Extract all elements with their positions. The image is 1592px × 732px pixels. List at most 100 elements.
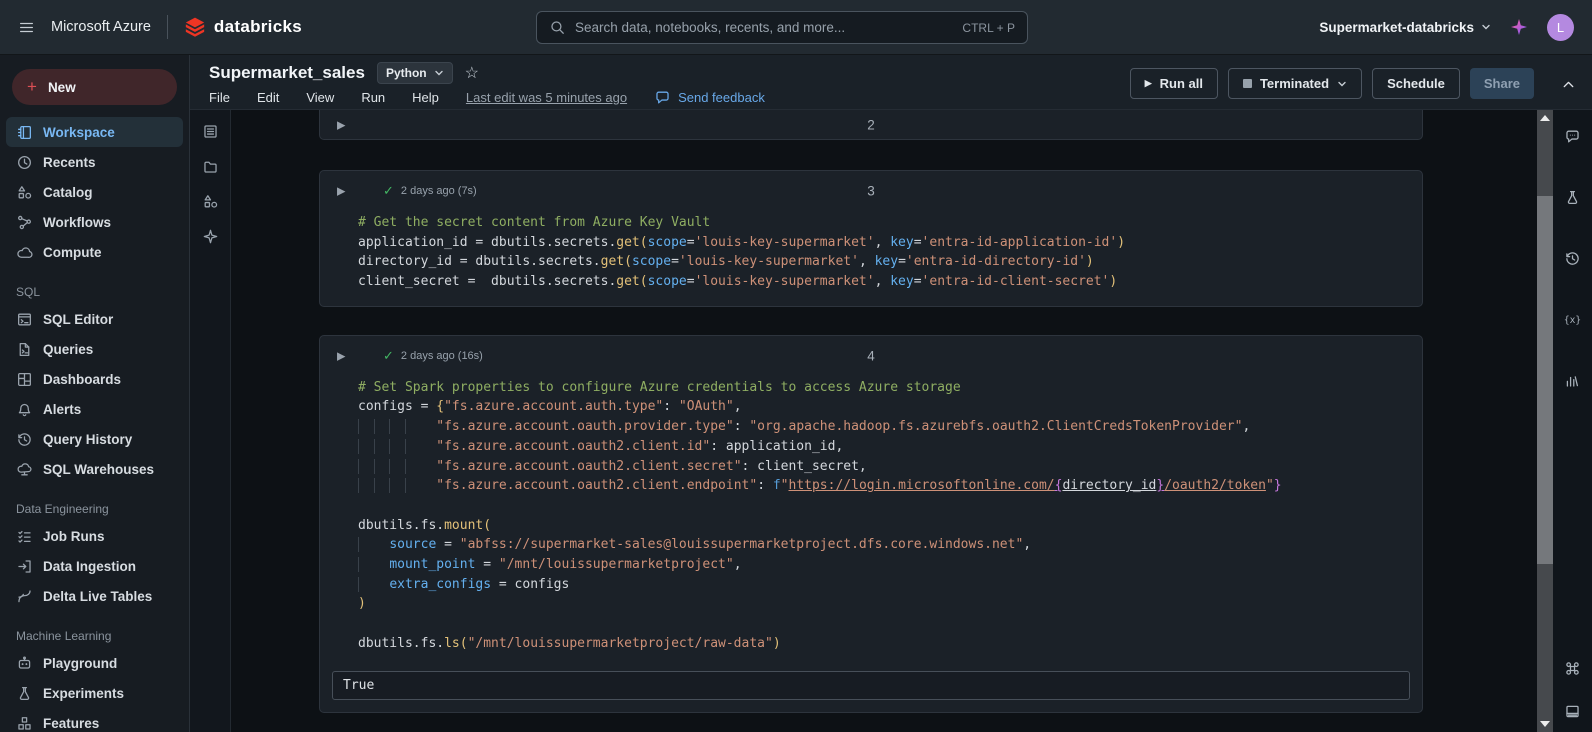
charts-icon[interactable] bbox=[1564, 372, 1581, 389]
notebook-cell-4: ▶ ✓ 2 days ago (16s) 4 # Set Spark propertie… bbox=[319, 334, 1423, 714]
sidebar-item-experiments[interactable]: Experiments bbox=[6, 678, 183, 708]
notebook-header: Supermarket_sales Python ☆ File Edit View R… bbox=[190, 55, 1592, 110]
send-feedback-link[interactable]: Send feedback bbox=[654, 89, 765, 106]
sidebar-item-query-history[interactable]: Query History bbox=[6, 424, 183, 454]
menu-file[interactable]: File bbox=[209, 90, 230, 105]
last-edit-link[interactable]: Last edit was 5 minutes ago bbox=[466, 90, 627, 105]
sidebar-item-label: Job Runs bbox=[43, 528, 105, 544]
sidebar-item-label: Workflows bbox=[43, 214, 112, 230]
schedule-button[interactable]: Schedule bbox=[1372, 68, 1460, 99]
bottom-panel-icon[interactable] bbox=[1564, 703, 1581, 720]
workspace-selector[interactable]: Supermarket-databricks bbox=[1319, 20, 1491, 35]
brand-name: databricks bbox=[213, 17, 302, 36]
run-cell-button[interactable]: ▶ bbox=[337, 119, 345, 132]
scroll-down-arrow-icon[interactable] bbox=[1540, 721, 1550, 727]
sidebar-item-label: Catalog bbox=[43, 184, 93, 200]
assistant-icon[interactable] bbox=[202, 228, 219, 245]
sidebar-item-label: Compute bbox=[43, 244, 102, 260]
dashboards-icon bbox=[16, 371, 33, 388]
sidebar-item-label: Dashboards bbox=[43, 371, 122, 387]
menu-edit[interactable]: Edit bbox=[257, 90, 279, 105]
caret-down-icon bbox=[1481, 22, 1491, 32]
plus-icon: + bbox=[27, 77, 37, 96]
sidebar-item-sql-warehouses[interactable]: SQL Warehouses bbox=[6, 454, 183, 484]
sidebar-item-label: Queries bbox=[43, 341, 94, 357]
feedback-bubble-icon bbox=[654, 89, 671, 106]
catalog-icon bbox=[16, 184, 33, 201]
menu-view[interactable]: View bbox=[306, 90, 334, 105]
sidebar-item-sql-editor[interactable]: SQL Editor bbox=[6, 304, 183, 334]
sidebar-item-playground[interactable]: Playground bbox=[6, 648, 183, 678]
sidebar-item-workspace[interactable]: Workspace bbox=[6, 117, 183, 147]
queries-icon bbox=[16, 341, 33, 358]
cell-code-editor[interactable]: # Set Spark properties to configure Azur… bbox=[320, 376, 1422, 668]
sidebar-item-alerts[interactable]: Alerts bbox=[6, 394, 183, 424]
user-avatar[interactable]: L bbox=[1547, 13, 1574, 41]
play-icon: ▶ bbox=[1144, 78, 1152, 88]
cell-number: 2 bbox=[867, 117, 875, 133]
sidebar-item-label: Recents bbox=[43, 154, 96, 170]
notebook-title[interactable]: Supermarket_sales bbox=[209, 63, 365, 83]
cluster-status-button[interactable]: Terminated bbox=[1227, 68, 1363, 99]
top-bar: Microsoft Azure databricks Search data, … bbox=[0, 0, 1592, 55]
catalog-icon[interactable] bbox=[202, 193, 219, 210]
run-all-button[interactable]: ▶ Run all bbox=[1129, 68, 1218, 99]
favorite-star-icon[interactable]: ☆ bbox=[465, 63, 479, 83]
sidebar-item-label: Alerts bbox=[43, 401, 82, 417]
cell-number: 4 bbox=[867, 348, 875, 364]
share-button[interactable]: Share bbox=[1469, 68, 1534, 99]
scroll-up-arrow-icon[interactable] bbox=[1540, 115, 1550, 121]
variables-icon[interactable]: {x} bbox=[1564, 311, 1581, 328]
toc-icon[interactable] bbox=[202, 123, 219, 140]
language-selector[interactable]: Python bbox=[376, 62, 453, 84]
sidebar-section-title: SQL bbox=[16, 285, 41, 299]
vertical-scrollbar[interactable] bbox=[1537, 110, 1553, 732]
job-runs-icon bbox=[16, 528, 33, 545]
folder-icon[interactable] bbox=[202, 158, 219, 175]
assistant-sparkle-icon[interactable] bbox=[1509, 17, 1529, 37]
query-history-icon bbox=[16, 431, 33, 448]
cell-code-editor[interactable]: # Get the secret content from Azure Key … bbox=[320, 211, 1422, 306]
data-ingestion-icon bbox=[16, 558, 33, 575]
sidebar-item-label: Data Ingestion bbox=[43, 558, 137, 574]
cell-run-status: ✓ 2 days ago (16s) bbox=[383, 347, 483, 363]
comments-icon[interactable] bbox=[1564, 128, 1581, 145]
menu-run[interactable]: Run bbox=[361, 90, 385, 105]
success-check-icon: ✓ bbox=[383, 183, 394, 198]
sidebar-item-features[interactable]: Features bbox=[6, 708, 183, 732]
run-cell-button[interactable]: ▶ bbox=[337, 185, 345, 198]
experiments-icon[interactable] bbox=[1564, 189, 1581, 206]
sidebar-item-dashboards[interactable]: Dashboards bbox=[6, 364, 183, 394]
cell-output: True bbox=[332, 671, 1410, 701]
sidebar-item-label: Features bbox=[43, 715, 100, 731]
sidebar: + New Workspace Recents Catalog Workflows Co… bbox=[0, 55, 190, 732]
sidebar-item-data-ingestion[interactable]: Data Ingestion bbox=[6, 551, 183, 581]
sql-editor-icon bbox=[16, 311, 33, 328]
search-icon bbox=[549, 19, 566, 36]
sidebar-item-queries[interactable]: Queries bbox=[6, 334, 183, 364]
new-button[interactable]: + New bbox=[12, 69, 177, 105]
sidebar-item-job-runs[interactable]: Job Runs bbox=[6, 521, 183, 551]
hamburger-icon[interactable] bbox=[18, 19, 35, 36]
right-rail: {x} bbox=[1553, 110, 1592, 732]
global-search-input[interactable]: Search data, notebooks, recents, and mor… bbox=[536, 11, 1028, 44]
caret-down-icon bbox=[434, 68, 444, 78]
version-history-icon[interactable] bbox=[1564, 250, 1581, 267]
sidebar-item-catalog[interactable]: Catalog bbox=[6, 177, 183, 207]
scrollbar-thumb[interactable] bbox=[1537, 196, 1553, 564]
sidebar-section-title: Machine Learning bbox=[16, 629, 112, 643]
sidebar-item-workflows[interactable]: Workflows bbox=[6, 207, 183, 237]
search-shortcut: CTRL + P bbox=[962, 20, 1015, 35]
collapse-header-button[interactable] bbox=[1560, 76, 1577, 98]
sidebar-item-recents[interactable]: Recents bbox=[6, 147, 183, 177]
shortcuts-icon[interactable] bbox=[1564, 660, 1581, 677]
sidebar-item-delta-live-tables[interactable]: Delta Live Tables bbox=[6, 581, 183, 611]
experiments-icon bbox=[16, 685, 33, 702]
svg-text:{x}: {x} bbox=[1564, 315, 1581, 326]
run-cell-button[interactable]: ▶ bbox=[337, 349, 345, 362]
workflows-icon bbox=[16, 214, 33, 231]
databricks-logo[interactable]: databricks bbox=[184, 16, 302, 38]
menu-help[interactable]: Help bbox=[412, 90, 439, 105]
delta-live-tables-icon bbox=[16, 588, 33, 605]
sidebar-item-compute[interactable]: Compute bbox=[6, 237, 183, 267]
